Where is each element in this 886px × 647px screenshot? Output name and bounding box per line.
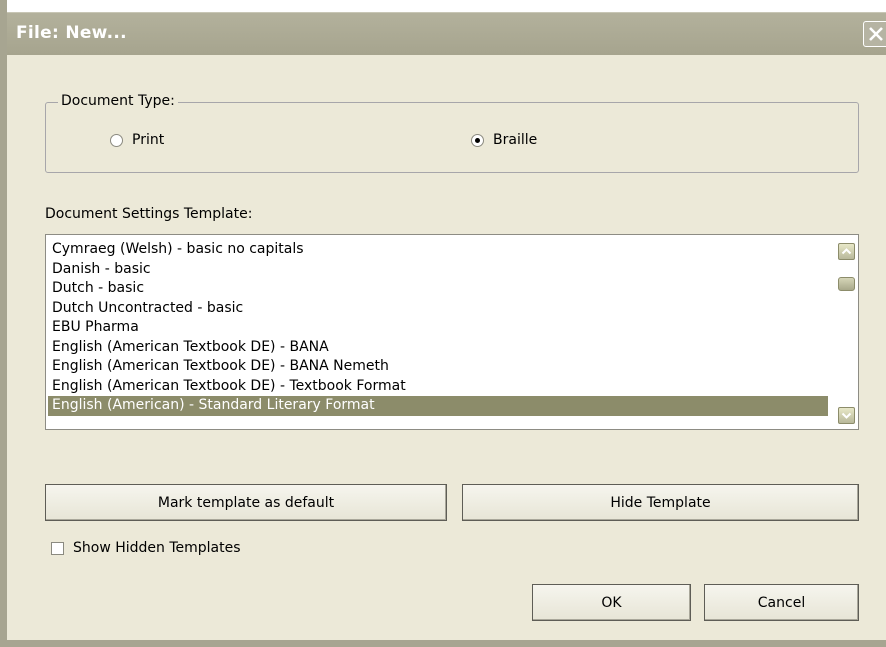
radio-braille-indicator[interactable] — [471, 133, 484, 147]
list-item[interactable]: Dutch Uncontracted - basic — [48, 299, 828, 319]
list-item-selected[interactable]: English (American) - Standard Literary F… — [48, 396, 828, 416]
list-item[interactable]: Cymraeg (Welsh) - basic no capitals — [48, 240, 828, 260]
top-strip — [7, 0, 886, 12]
template-listbox[interactable]: Cymraeg (Welsh) - basic no capitals Dani… — [45, 234, 859, 430]
list-item[interactable]: English (American Textbook DE) - BANA — [48, 338, 828, 358]
mark-default-button[interactable]: Mark template as default — [45, 484, 447, 521]
list-item[interactable]: Dutch - basic — [48, 279, 828, 299]
chevron-up-icon — [841, 248, 852, 255]
scroll-up-button[interactable] — [838, 243, 855, 260]
close-button[interactable] — [863, 21, 886, 47]
list-item[interactable]: Danish - basic — [48, 260, 828, 280]
close-icon — [869, 27, 883, 41]
cancel-button[interactable]: Cancel — [704, 584, 859, 621]
checkbox-box[interactable] — [51, 541, 64, 555]
list-item[interactable]: English (American Textbook DE) - BANA Ne… — [48, 357, 828, 377]
list-item[interactable]: English (American Textbook DE) - Textboo… — [48, 377, 828, 397]
document-type-legend: Document Type: — [58, 93, 178, 109]
dialog-title: File: New... — [16, 23, 127, 43]
radio-print[interactable]: Print — [110, 132, 164, 148]
hide-template-button[interactable]: Hide Template — [462, 484, 859, 521]
show-hidden-checkbox[interactable]: Show Hidden Templates — [51, 540, 241, 556]
radio-braille[interactable]: Braille — [471, 132, 537, 148]
template-list: Cymraeg (Welsh) - basic no capitals Dani… — [48, 240, 828, 416]
list-item[interactable]: EBU Pharma — [48, 318, 828, 338]
show-hidden-label: Show Hidden Templates — [73, 540, 241, 556]
document-type-group — [45, 102, 859, 173]
radio-selected-dot — [475, 137, 480, 143]
chevron-down-icon — [841, 412, 852, 419]
radio-braille-label: Braille — [493, 132, 538, 148]
ok-button[interactable]: OK — [532, 584, 691, 621]
scroll-thumb[interactable] — [838, 277, 855, 291]
template-section-label: Document Settings Template: — [45, 206, 253, 222]
radio-print-indicator[interactable] — [110, 133, 123, 147]
title-bar[interactable]: File: New... — [7, 12, 886, 55]
scroll-down-button[interactable] — [838, 407, 855, 424]
radio-print-label: Print — [132, 132, 165, 148]
vertical-scrollbar[interactable] — [838, 237, 856, 427]
